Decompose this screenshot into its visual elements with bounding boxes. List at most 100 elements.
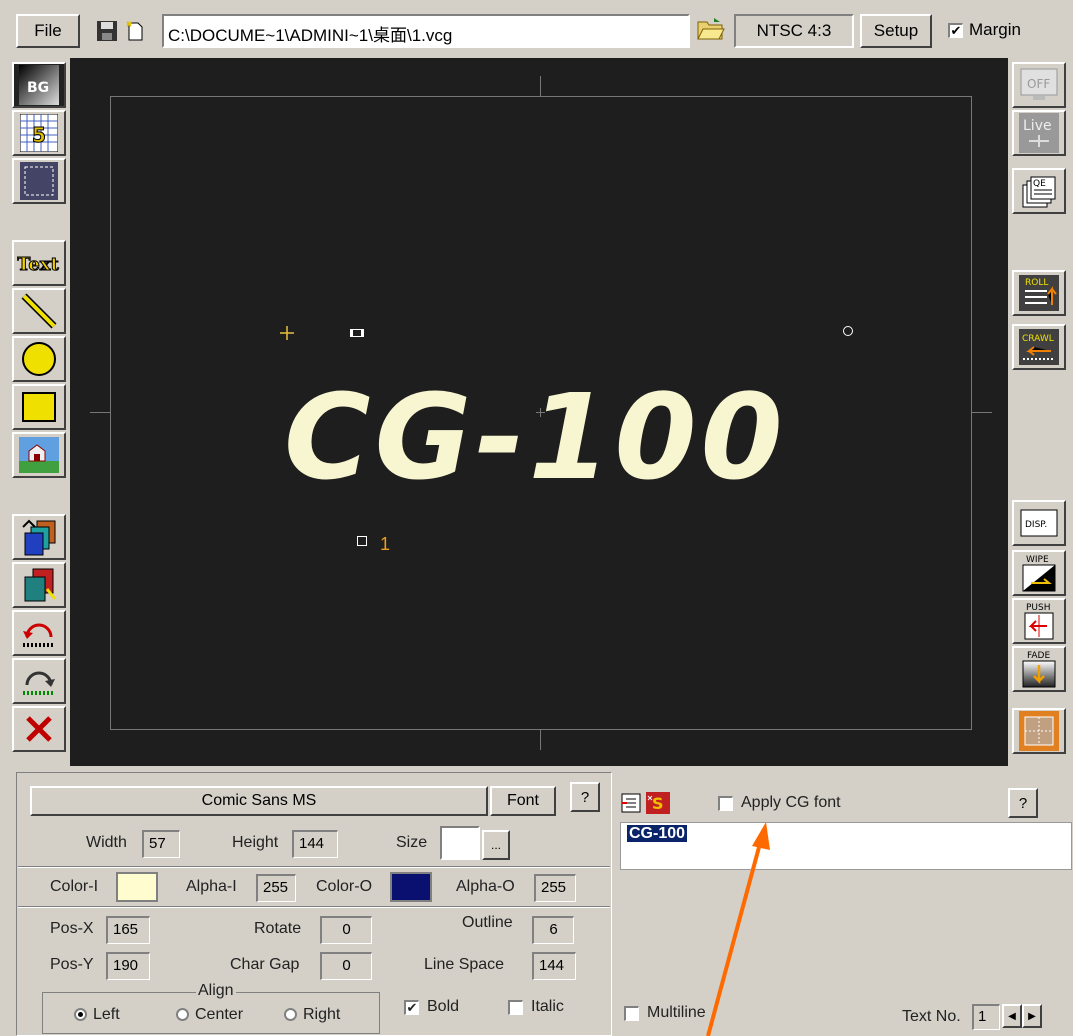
background-tool-button[interactable]: BG xyxy=(12,62,66,108)
font-name-display: Comic Sans MS xyxy=(30,786,488,816)
disp-icon: DISP. xyxy=(1020,509,1058,537)
select-area-button[interactable] xyxy=(12,158,66,204)
align-left-radio-dot[interactable] xyxy=(74,1008,87,1022)
crawl-effect-button[interactable]: CRAWL xyxy=(1012,324,1066,370)
align-center-radio[interactable]: Center xyxy=(176,1006,243,1024)
line-tool-button[interactable] xyxy=(12,288,66,334)
text-content-selection: CG-100 xyxy=(627,825,688,842)
text-list-icon[interactable] xyxy=(620,792,642,814)
open-folder-icon[interactable] xyxy=(696,16,726,42)
align-left-radio[interactable]: Left xyxy=(74,1006,120,1024)
char-gap-field[interactable]: 0 xyxy=(320,952,372,980)
video-mode-display: NTSC 4:3 xyxy=(734,14,854,48)
multiline-check-box[interactable] xyxy=(624,1005,639,1021)
monitor-off-icon: OFF xyxy=(1020,68,1058,100)
text-number-next-button[interactable]: ▶ xyxy=(1022,1004,1042,1028)
svg-text:S: S xyxy=(652,794,664,813)
resize-handle-top[interactable] xyxy=(350,329,364,337)
properties-panel: Comic Sans MS Font ? Width 57 Height 144… xyxy=(0,766,1073,1036)
bold-checkbox[interactable]: ✔ Bold xyxy=(404,998,459,1016)
align-left-label: Left xyxy=(93,1006,120,1023)
margin-check-box[interactable]: ✔ xyxy=(948,22,963,38)
object-number: 1 xyxy=(380,534,391,554)
size-field[interactable] xyxy=(440,826,480,860)
alpha-o-field[interactable]: 255 xyxy=(534,874,576,902)
text-number-prev-button[interactable]: ◀ xyxy=(1002,1004,1022,1028)
apply-cg-font-checkbox[interactable]: Apply CG font xyxy=(718,794,841,812)
save-icon[interactable] xyxy=(96,20,118,42)
qe-pages-icon: QE xyxy=(1022,176,1056,208)
undo-button[interactable] xyxy=(12,610,66,656)
align-center-radio-dot[interactable] xyxy=(176,1008,189,1022)
text-content-panel: S Apply CG font ? CG-100 Multiline Text … xyxy=(616,772,1072,1036)
margin-tick-left xyxy=(90,412,110,413)
pos-x-field[interactable]: 165 xyxy=(106,916,150,944)
redo-button[interactable] xyxy=(12,658,66,704)
setup-button[interactable]: Setup xyxy=(860,14,932,48)
crawl-icon: CRAWL xyxy=(1019,329,1059,365)
live-output-button[interactable]: Live xyxy=(1012,110,1066,156)
alpha-i-field[interactable]: 255 xyxy=(256,874,296,902)
align-right-label: Right xyxy=(303,1006,341,1023)
file-menu-button[interactable]: File xyxy=(16,14,80,48)
file-path-field[interactable]: C:\DOCUME~1\ADMINI~1\桌面\1.vcg xyxy=(162,14,690,48)
multiline-checkbox[interactable]: Multiline xyxy=(624,1004,706,1022)
align-right-radio[interactable]: Right xyxy=(284,1006,340,1024)
size-browse-button[interactable]: ... xyxy=(482,830,510,860)
push-transition-button[interactable]: PUSH xyxy=(1012,598,1066,644)
ellipse-tool-button[interactable] xyxy=(12,336,66,382)
resize-handle-bottom[interactable] xyxy=(357,536,367,546)
text-tool-button[interactable]: Text xyxy=(12,240,66,286)
symbol-insert-icon[interactable]: S xyxy=(646,792,670,814)
svg-text:CRAWL: CRAWL xyxy=(1022,334,1054,344)
rotate-field[interactable]: 0 xyxy=(320,916,372,944)
height-field[interactable]: 144 xyxy=(292,830,338,858)
svg-text:Live: Live xyxy=(1023,118,1052,134)
anchor-cross-icon xyxy=(280,326,294,340)
font-help-button[interactable]: ? xyxy=(570,782,600,812)
margin-checkbox[interactable]: ✔ Margin xyxy=(948,20,1021,40)
fade-transition-button[interactable]: FADE xyxy=(1012,646,1066,692)
bold-check-box[interactable]: ✔ xyxy=(404,999,419,1015)
italic-check-box[interactable] xyxy=(508,999,523,1015)
bg-icon: BG xyxy=(19,65,59,105)
color-i-label: Color-I xyxy=(50,878,99,895)
width-field[interactable]: 57 xyxy=(142,830,180,858)
svg-text:QE: QE xyxy=(1033,179,1046,189)
right-tool-bar: OFF Live QE ROLL CRAWL DISP. WIPE PUSH F… xyxy=(1010,60,1068,768)
quick-edit-button[interactable]: QE xyxy=(1012,168,1066,214)
grid-tool-button[interactable]: 5 xyxy=(12,110,66,156)
send-back-button[interactable] xyxy=(12,562,66,608)
layer-front-icon xyxy=(22,519,56,556)
apply-cg-font-check-box[interactable] xyxy=(718,795,733,811)
text-help-button[interactable]: ? xyxy=(1008,788,1038,818)
pos-y-field[interactable]: 190 xyxy=(106,952,150,980)
outline-field[interactable]: 6 xyxy=(532,916,574,944)
preview-canvas[interactable]: CG-100 1 xyxy=(70,58,1008,766)
image-tool-button[interactable] xyxy=(12,432,66,478)
color-o-swatch[interactable] xyxy=(390,872,432,902)
rotate-label: Rotate xyxy=(254,920,302,937)
fade-icon: FADE xyxy=(1022,651,1056,688)
rotate-handle[interactable] xyxy=(843,326,853,336)
text-number-field[interactable]: 1 xyxy=(972,1004,1000,1030)
effect-settings-button[interactable] xyxy=(1012,708,1066,754)
rectangle-tool-button[interactable] xyxy=(12,384,66,430)
display-button[interactable]: DISP. xyxy=(1012,500,1066,546)
canvas-text-object[interactable]: CG-100 xyxy=(284,378,787,496)
italic-checkbox[interactable]: Italic xyxy=(508,998,564,1016)
roll-effect-button[interactable]: ROLL xyxy=(1012,270,1066,316)
wipe-transition-button[interactable]: WIPE xyxy=(1012,550,1066,596)
height-label: Height xyxy=(232,834,279,851)
delete-button[interactable] xyxy=(12,706,66,752)
output-off-button[interactable]: OFF xyxy=(1012,62,1066,108)
align-right-radio-dot[interactable] xyxy=(284,1008,297,1022)
bring-front-button[interactable] xyxy=(12,514,66,560)
text-content-area[interactable]: CG-100 xyxy=(620,822,1072,870)
svg-text:FADE: FADE xyxy=(1027,651,1050,661)
margin-tick-top xyxy=(540,76,541,96)
color-i-swatch[interactable] xyxy=(116,872,158,902)
new-file-icon[interactable] xyxy=(124,20,146,42)
line-space-field[interactable]: 144 xyxy=(532,952,576,980)
font-button[interactable]: Font xyxy=(490,786,556,816)
